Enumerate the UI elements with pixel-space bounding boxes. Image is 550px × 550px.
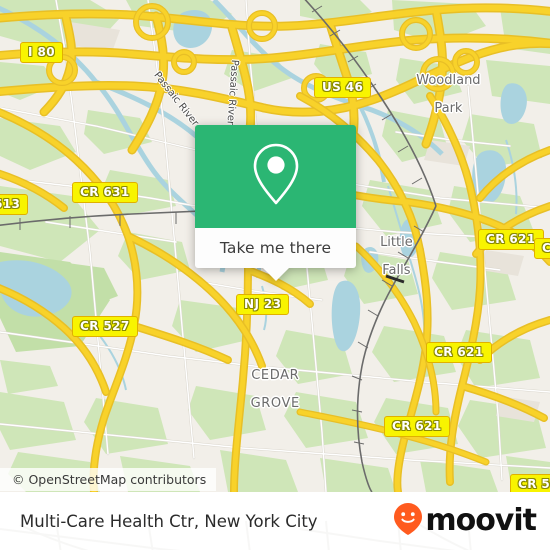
popup-pointer-tail	[261, 267, 290, 281]
take-me-there-label: Take me there	[219, 239, 332, 257]
osm-attribution[interactable]: © OpenStreetMap contributors	[0, 468, 217, 491]
moovit-map-screenshot: .wtr { fill:#aad3df; } .wtrline { stroke…	[0, 0, 550, 550]
take-me-there-popup[interactable]: Take me there	[195, 125, 356, 281]
popup-pin-area	[195, 125, 356, 228]
osm-attribution-text: © OpenStreetMap contributors	[12, 472, 207, 487]
popup-action-bar[interactable]: Take me there	[195, 228, 356, 281]
moovit-pin-icon	[393, 502, 423, 541]
footer-bar: Multi-Care Health Ctr, New York City moo…	[0, 492, 550, 550]
moovit-logo[interactable]: moovit	[393, 502, 537, 541]
map-pin-icon	[249, 141, 303, 212]
moovit-wordmark: moovit	[425, 503, 537, 538]
map-viewport[interactable]: .wtr { fill:#aad3df; } .wtrline { stroke…	[0, 0, 550, 492]
page-title: Multi-Care Health Ctr, New York City	[20, 511, 318, 531]
